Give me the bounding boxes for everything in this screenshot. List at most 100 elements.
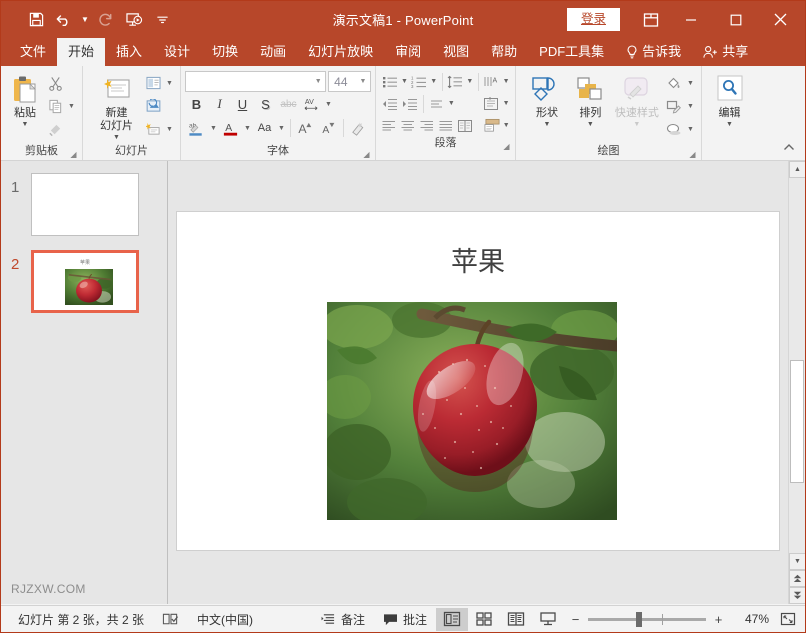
tab-home[interactable]: 开始 — [57, 38, 105, 66]
smartart-gallery-icon[interactable] — [483, 115, 502, 136]
cut-icon[interactable] — [44, 73, 66, 94]
align-left-icon[interactable] — [380, 115, 399, 136]
zoom-level-label[interactable]: 47% — [731, 612, 769, 626]
convert-smartart-icon[interactable] — [481, 93, 501, 114]
columns-icon[interactable] — [456, 115, 475, 136]
copy-icon[interactable] — [44, 96, 66, 117]
bullets-icon[interactable] — [380, 71, 400, 92]
shape-fill-dropdown-icon[interactable]: ▼ — [685, 73, 696, 94]
next-slide-button[interactable] — [789, 587, 806, 604]
tab-animations[interactable]: 动画 — [249, 38, 297, 66]
undo-icon[interactable] — [51, 7, 77, 33]
zoom-control[interactable]: − + 47% — [564, 612, 775, 627]
thumbnail-frame-1[interactable] — [31, 173, 139, 236]
increase-indent-icon[interactable] — [400, 93, 420, 114]
current-slide[interactable]: 苹果 — [176, 211, 780, 551]
new-slide-button[interactable]: 新建 幻灯片 ▼ — [91, 70, 142, 142]
strikethrough-button[interactable]: abc — [277, 93, 300, 115]
thumbnail-frame-2[interactable]: 苹果 — [31, 250, 139, 313]
align-text-dropdown-icon[interactable]: ▼ — [446, 93, 456, 114]
font-color-dropdown-icon[interactable]: ▼ — [242, 118, 253, 139]
editing-dropdown-icon[interactable]: ▼ — [726, 120, 733, 129]
text-direction-dropdown-icon[interactable]: ▼ — [501, 71, 511, 92]
slide-apple-image[interactable] — [327, 302, 617, 520]
increase-font-size-button[interactable]: A — [294, 117, 317, 139]
save-icon[interactable] — [23, 7, 49, 33]
clear-formatting-button[interactable] — [347, 117, 370, 139]
view-slideshow-button[interactable] — [532, 608, 564, 631]
notes-button[interactable]: 备注 — [312, 608, 374, 631]
vertical-scrollbar[interactable]: ▲ ▼ — [788, 161, 805, 604]
scroll-up-button[interactable]: ▲ — [789, 161, 806, 178]
slide-editing-area[interactable]: 苹果 — [168, 161, 788, 604]
shape-fill-icon[interactable] — [663, 73, 685, 94]
tab-review[interactable]: 审阅 — [384, 38, 432, 66]
line-spacing-icon[interactable] — [445, 71, 465, 92]
decrease-indent-icon[interactable] — [380, 93, 400, 114]
align-right-icon[interactable] — [418, 115, 437, 136]
spell-check-icon[interactable] — [153, 608, 188, 631]
tab-slideshow[interactable]: 幻灯片放映 — [297, 38, 384, 66]
section-dropdown-icon[interactable]: ▼ — [164, 119, 175, 140]
paste-button[interactable]: 粘贴 ▼ — [6, 70, 44, 129]
tab-help[interactable]: 帮助 — [480, 38, 528, 66]
align-text-icon[interactable] — [427, 93, 447, 114]
minimize-button[interactable] — [668, 1, 713, 38]
collapse-ribbon-icon[interactable] — [783, 143, 799, 157]
share-button[interactable]: 共享 — [692, 38, 759, 66]
arrange-button[interactable]: 排列 ▼ — [574, 70, 607, 129]
zoom-slider-track[interactable] — [588, 618, 706, 621]
zoom-out-button[interactable]: − — [570, 612, 581, 627]
shape-effects-icon[interactable] — [663, 119, 685, 140]
comments-button[interactable]: 批注 — [374, 608, 436, 631]
view-slide-sorter-button[interactable] — [468, 608, 500, 631]
align-center-icon[interactable] — [399, 115, 418, 136]
tab-view[interactable]: 视图 — [432, 38, 480, 66]
reset-icon[interactable] — [142, 96, 164, 117]
justify-icon[interactable] — [437, 115, 456, 136]
paste-dropdown-icon[interactable]: ▼ — [22, 120, 29, 129]
change-case-button[interactable]: Aa — [253, 117, 276, 139]
format-painter-icon[interactable] — [44, 119, 66, 140]
section-icon[interactable] — [142, 119, 164, 140]
close-button[interactable] — [758, 1, 803, 38]
italic-button[interactable]: I — [208, 93, 231, 115]
shape-outline-icon[interactable] — [663, 96, 685, 117]
decrease-font-size-button[interactable]: A — [317, 117, 340, 139]
new-slide-dropdown-icon[interactable]: ▼ — [113, 133, 120, 142]
text-highlight-dropdown-icon[interactable]: ▼ — [208, 118, 219, 139]
convert-smartart-dropdown-icon[interactable]: ▼ — [501, 93, 511, 114]
copy-dropdown-icon[interactable]: ▼ — [66, 96, 77, 117]
tab-design[interactable]: 设计 — [153, 38, 201, 66]
language-indicator[interactable]: 中文(中国) — [188, 608, 262, 631]
drawing-dialog-launcher[interactable]: ◢ — [688, 150, 697, 159]
bold-button[interactable]: B — [185, 93, 208, 115]
font-name-dropdown-icon[interactable]: ▼ — [311, 78, 325, 85]
font-name-box[interactable]: ▼ — [185, 71, 326, 92]
text-shadow-button[interactable]: S — [254, 93, 277, 115]
tab-transitions[interactable]: 切换 — [201, 38, 249, 66]
tell-me-box[interactable]: 告诉我 — [615, 38, 692, 66]
scrollbar-track[interactable] — [789, 178, 805, 553]
layout-dropdown-icon[interactable]: ▼ — [164, 73, 175, 94]
fit-to-window-button[interactable] — [775, 608, 801, 631]
underline-button[interactable]: U — [231, 93, 254, 115]
font-color-button[interactable]: A — [219, 117, 242, 139]
shapes-dropdown-icon[interactable]: ▼ — [544, 120, 551, 129]
previous-slide-button[interactable] — [789, 570, 806, 587]
undo-dropdown-icon[interactable]: ▼ — [79, 7, 91, 33]
shapes-button[interactable]: 形状 ▼ — [530, 70, 564, 129]
numbering-icon[interactable]: 123 — [409, 71, 429, 92]
font-size-box[interactable]: 44 ▼ — [328, 71, 371, 92]
text-highlight-color-button[interactable]: ab — [185, 117, 208, 139]
customize-qat-icon[interactable] — [149, 7, 175, 33]
maximize-button[interactable] — [713, 1, 758, 38]
shape-outline-dropdown-icon[interactable]: ▼ — [685, 96, 696, 117]
font-dialog-launcher[interactable]: ◢ — [362, 150, 371, 159]
smartart-gallery-dropdown-icon[interactable]: ▼ — [502, 115, 511, 136]
thumbnail-item-1[interactable]: 1 — [1, 173, 167, 250]
text-direction-icon[interactable]: A — [482, 71, 502, 92]
change-case-dropdown-icon[interactable]: ▼ — [276, 118, 287, 139]
view-reading-button[interactable] — [500, 608, 532, 631]
thumbnail-item-2[interactable]: 2 苹果 — [1, 250, 167, 327]
